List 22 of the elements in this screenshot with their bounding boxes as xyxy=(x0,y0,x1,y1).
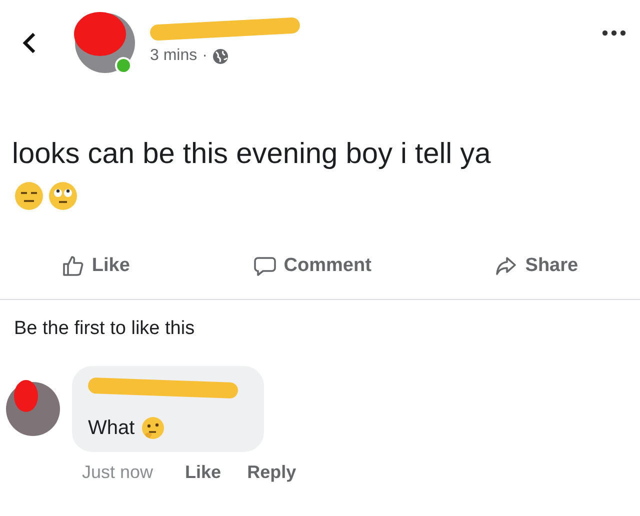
more-icon[interactable] xyxy=(602,30,626,36)
comment-text: What xyxy=(88,416,135,440)
comment-action-link[interactable]: Reply xyxy=(239,462,304,483)
globe-icon xyxy=(212,48,230,64)
post-time: 3 mins xyxy=(150,47,198,65)
post-text: looks can be this evening boy i tell ya xyxy=(12,138,492,171)
comment-action-link[interactable]: Like xyxy=(177,462,230,483)
like-button[interactable]: Like xyxy=(54,251,138,281)
likes-summary: Be the first to like this xyxy=(14,318,196,340)
separator: · xyxy=(202,47,208,65)
thumbs-up-icon xyxy=(62,255,84,277)
expressionless-emoji-icon xyxy=(14,181,44,211)
thinking-emoji-icon xyxy=(140,416,165,440)
back-icon[interactable] xyxy=(22,31,36,55)
rolling-eyes-emoji-icon xyxy=(48,181,78,211)
avatar[interactable] xyxy=(72,10,138,76)
share-arrow-icon xyxy=(495,255,518,277)
speech-bubble-icon xyxy=(254,255,276,277)
share-button[interactable]: Share xyxy=(487,251,586,281)
comment-time: Just now xyxy=(82,462,154,483)
comment-button[interactable]: Comment xyxy=(246,251,380,281)
commenter-avatar[interactable] xyxy=(4,380,62,438)
